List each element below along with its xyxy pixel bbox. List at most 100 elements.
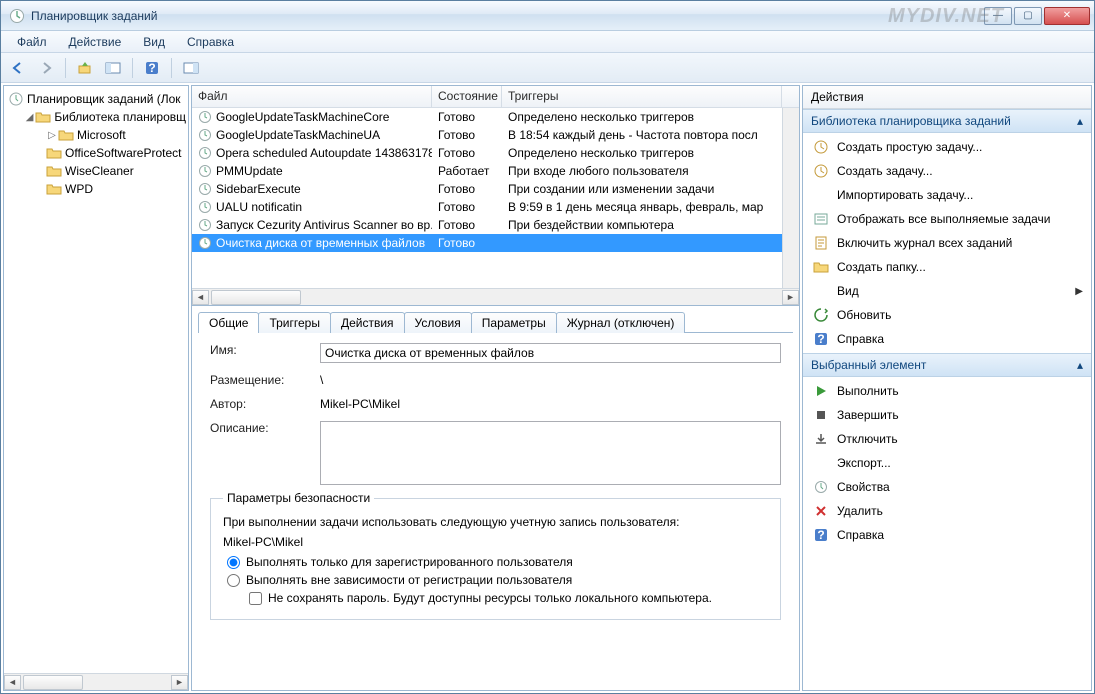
radio-logged-on[interactable]: Выполнять только для зарегистрированного… — [227, 555, 768, 569]
scroll-right-button[interactable]: ► — [171, 675, 188, 690]
task-row[interactable]: UALU notificatinГотовоВ 9:59 в 1 день ме… — [192, 198, 799, 216]
task-row[interactable]: PMMUpdateРаботаетПри входе любого пользо… — [192, 162, 799, 180]
section-library[interactable]: Библиотека планировщика заданий ▴ — [803, 109, 1091, 133]
tree-library[interactable]: ◢ Библиотека планировщ — [6, 108, 186, 126]
minimize-button[interactable]: — — [984, 7, 1012, 25]
workspace: Планировщик заданий (Лок ◢ Библиотека пл… — [1, 83, 1094, 693]
scroll-thumb[interactable] — [211, 290, 301, 305]
tree-item[interactable]: WPD — [6, 180, 186, 198]
back-button[interactable] — [7, 57, 29, 79]
action-label: Включить журнал всех заданий — [837, 236, 1012, 250]
tree-item-label: OfficeSoftwareProtect — [65, 146, 182, 160]
action-label: Завершить — [837, 408, 899, 422]
toggle-pane-button[interactable] — [102, 57, 124, 79]
action-item[interactable]: Вид▶ — [803, 279, 1091, 303]
action-item[interactable]: Свойства — [803, 475, 1091, 499]
check-no-password-input[interactable] — [249, 592, 262, 605]
action-item[interactable]: Выполнить — [803, 379, 1091, 403]
action-item[interactable]: Удалить — [803, 499, 1091, 523]
task-row[interactable]: Запуск Cezurity Antivirus Scanner во вр.… — [192, 216, 799, 234]
up-button[interactable] — [74, 57, 96, 79]
collapse-icon[interactable]: ◢ — [24, 112, 35, 123]
clock-icon — [198, 218, 212, 232]
expand-icon[interactable]: ▷ — [46, 130, 58, 141]
action-item[interactable]: ?Справка — [803, 327, 1091, 351]
tab-actions[interactable]: Действия — [330, 312, 405, 333]
app-icon — [9, 8, 25, 24]
action-item[interactable]: Экспорт... — [803, 451, 1091, 475]
col-state[interactable]: Состояние — [432, 86, 502, 107]
action-item[interactable]: Импортировать задачу... — [803, 183, 1091, 207]
layout-button[interactable] — [180, 57, 202, 79]
action-item[interactable]: Создать простую задачу... — [803, 135, 1091, 159]
tab-triggers[interactable]: Триггеры — [258, 312, 331, 333]
tree[interactable]: Планировщик заданий (Лок ◢ Библиотека пл… — [4, 86, 188, 673]
location-value: \ — [320, 373, 781, 387]
check-no-password[interactable]: Не сохранять пароль. Будут доступны ресу… — [249, 591, 768, 605]
folder-icon — [46, 181, 62, 197]
action-item[interactable]: Отключить — [803, 427, 1091, 451]
scroll-left-button[interactable]: ◄ — [192, 290, 209, 305]
action-item[interactable]: ?Справка — [803, 523, 1091, 547]
tree-root-label: Планировщик заданий (Лок — [27, 92, 181, 106]
scroll-thumb[interactable] — [23, 675, 83, 690]
folder-icon — [46, 163, 62, 179]
action-item[interactable]: Включить журнал всех заданий — [803, 231, 1091, 255]
action-item[interactable]: Обновить — [803, 303, 1091, 327]
col-triggers[interactable]: Триггеры — [502, 86, 782, 107]
description-field[interactable] — [320, 421, 781, 485]
toolbar: ? — [1, 53, 1094, 83]
forward-button[interactable] — [35, 57, 57, 79]
help-button[interactable]: ? — [141, 57, 163, 79]
tree-item[interactable]: ▷ Microsoft — [6, 126, 186, 144]
radio-logged-on-input[interactable] — [227, 556, 240, 569]
security-fieldset: Параметры безопасности При выполнении за… — [210, 498, 781, 620]
action-label: Создать простую задачу... — [837, 140, 982, 154]
menu-file[interactable]: Файл — [7, 33, 57, 51]
tab-settings[interactable]: Параметры — [471, 312, 557, 333]
tab-general[interactable]: Общие — [198, 312, 259, 333]
tree-root[interactable]: Планировщик заданий (Лок — [6, 90, 186, 108]
task-list: Файл Состояние Триггеры GoogleUpdateTask… — [192, 86, 799, 306]
tab-conditions[interactable]: Условия — [404, 312, 472, 333]
radio-any[interactable]: Выполнять вне зависимости от регистрации… — [227, 573, 768, 587]
task-row[interactable]: SidebarExecuteГотовоПри создании или изм… — [192, 180, 799, 198]
menu-action[interactable]: Действие — [59, 33, 132, 51]
menubar: Файл Действие Вид Справка — [1, 31, 1094, 53]
scroll-left-button[interactable]: ◄ — [4, 675, 21, 690]
task-row[interactable]: GoogleUpdateTaskMachineUAГотовоВ 18:54 к… — [192, 126, 799, 144]
tree-item[interactable]: WiseCleaner — [6, 162, 186, 180]
list-vscrollbar[interactable] — [782, 108, 799, 288]
list-hscrollbar[interactable]: ◄ ► — [192, 288, 799, 305]
section-selected[interactable]: Выбранный элемент ▴ — [803, 353, 1091, 377]
check-no-password-label: Не сохранять пароль. Будут доступны ресу… — [268, 591, 712, 605]
tree-hscrollbar[interactable]: ◄ ► — [4, 673, 188, 690]
name-field[interactable] — [320, 343, 781, 363]
radio-any-input[interactable] — [227, 574, 240, 587]
location-label: Размещение: — [210, 373, 320, 387]
action-item[interactable]: Создать задачу... — [803, 159, 1091, 183]
menu-view[interactable]: Вид — [133, 33, 175, 51]
task-row[interactable]: Opera scheduled Autoupdate 1438631784Гот… — [192, 144, 799, 162]
task-state: Готово — [432, 110, 502, 124]
col-file[interactable]: Файл — [192, 86, 432, 107]
close-button[interactable]: ✕ — [1044, 7, 1090, 25]
action-item[interactable]: Отображать все выполняемые задачи — [803, 207, 1091, 231]
action-item[interactable]: Завершить — [803, 403, 1091, 427]
tree-item-label: WPD — [65, 182, 93, 196]
name-label: Имя: — [210, 343, 320, 357]
tree-item[interactable]: OfficeSoftwareProtect — [6, 144, 186, 162]
action-item[interactable]: Создать папку... — [803, 255, 1091, 279]
menu-help[interactable]: Справка — [177, 33, 244, 51]
action-icon — [813, 259, 829, 275]
maximize-button[interactable]: ▢ — [1014, 7, 1042, 25]
task-row[interactable]: Очистка диска от временных файловГотово — [192, 234, 799, 252]
window: Планировщик заданий MYDIV.NET — ▢ ✕ Файл… — [0, 0, 1095, 694]
list-body[interactable]: GoogleUpdateTaskMachineCoreГотовоОпредел… — [192, 108, 799, 288]
tab-content: Имя: Размещение: \ Автор: Mikel-PC\Mikel… — [198, 332, 793, 684]
task-name: Opera scheduled Autoupdate 1438631784 — [216, 146, 432, 160]
task-row[interactable]: GoogleUpdateTaskMachineCoreГотовоОпредел… — [192, 108, 799, 126]
tab-history[interactable]: Журнал (отключен) — [556, 312, 686, 333]
section-library-label: Библиотека планировщика заданий — [811, 114, 1011, 128]
scroll-right-button[interactable]: ► — [782, 290, 799, 305]
